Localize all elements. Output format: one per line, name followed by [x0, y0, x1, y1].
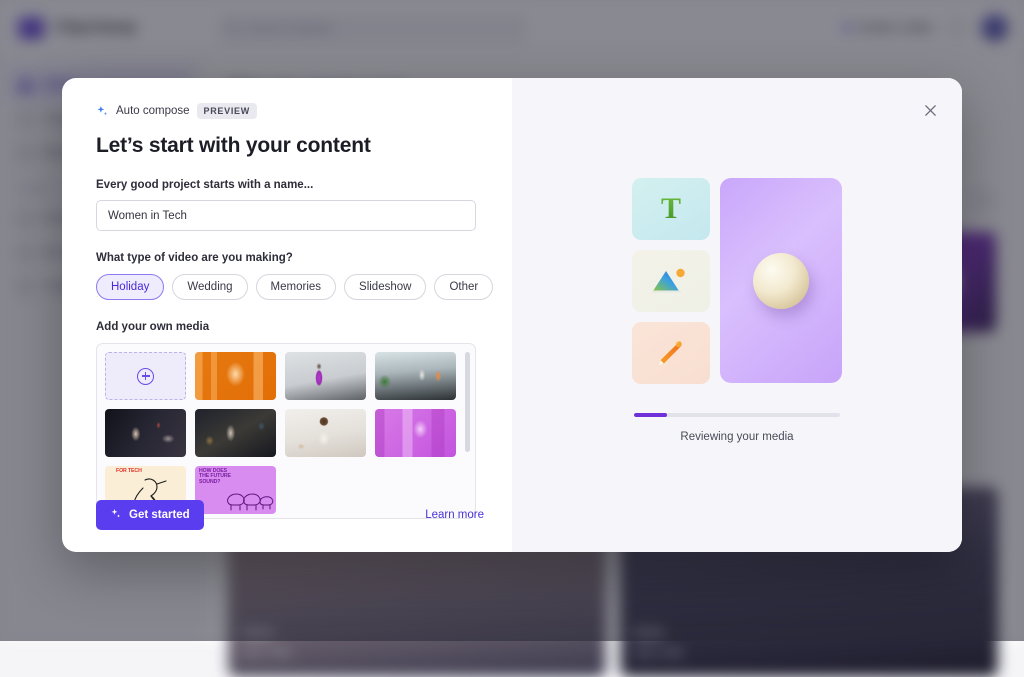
- person-workshop-thumb[interactable]: [195, 409, 276, 457]
- modal-title: Let’s start with your content: [96, 134, 484, 158]
- purple-woman-portrait-thumb[interactable]: [375, 409, 456, 457]
- sparkles-icon: [110, 508, 122, 523]
- progress-status-text: Reviewing your media: [680, 431, 793, 443]
- video-type-chip-slideshow[interactable]: Slideshow: [344, 274, 426, 300]
- orange-woman-desk-thumb[interactable]: [195, 352, 276, 400]
- video-type-label: What type of video are you making?: [96, 252, 484, 264]
- close-icon: [923, 103, 938, 118]
- media-grid: WE ARE MAD FOR TECH HOW DOESTHE FUTURESO…: [105, 352, 467, 514]
- sparkles-icon: [96, 105, 109, 118]
- modal-footer: Get started Learn more: [96, 500, 484, 530]
- woman-standing-office-thumb[interactable]: [285, 352, 366, 400]
- progress-track: [634, 413, 840, 417]
- bg-bigcard-meta: 16:9 • 0:30: [634, 648, 682, 659]
- video-type-chip-holiday[interactable]: Holiday: [96, 274, 164, 300]
- text-icon: T: [661, 192, 681, 226]
- plus-circle-icon: [137, 368, 154, 385]
- video-type-chip-wedding[interactable]: Wedding: [172, 274, 247, 300]
- media-scrollbar[interactable]: [465, 352, 470, 452]
- sphere-3d-icon: [753, 253, 809, 309]
- add-media-tile[interactable]: [105, 352, 186, 400]
- project-name-input[interactable]: [96, 200, 476, 231]
- preview-badge: PREVIEW: [197, 103, 257, 119]
- preview-stage: T: [512, 178, 962, 384]
- progress-fill: [634, 413, 667, 417]
- video-type-chip-memories[interactable]: Memories: [256, 274, 336, 300]
- preview-progress: Reviewing your media: [512, 413, 962, 443]
- video-type-chip-group: Holiday Wedding Memories Slideshow Other: [96, 274, 484, 300]
- bg-bigcard-meta: 16:9 • 0:30: [242, 648, 290, 659]
- learn-more-link[interactable]: Learn more: [425, 509, 484, 521]
- modal-eyebrow-label: Auto compose: [116, 105, 190, 117]
- image-icon: [651, 264, 691, 298]
- media-panel: WE ARE MAD FOR TECH HOW DOESTHE FUTURESO…: [96, 343, 476, 519]
- add-media-label: Add your own media: [96, 321, 484, 333]
- modal-left-pane: Auto compose PREVIEW Let’s start with yo…: [62, 78, 512, 552]
- close-button[interactable]: [916, 96, 944, 124]
- woman-whiteboard-thumb[interactable]: [285, 409, 366, 457]
- woman-laptop-dark-thumb[interactable]: [105, 409, 186, 457]
- image-tool-tile: [632, 250, 710, 312]
- text-tool-tile: T: [632, 178, 710, 240]
- project-name-label: Every good project starts with a name...: [96, 179, 484, 191]
- pencil-icon: [652, 334, 690, 372]
- preview-tool-tiles: T: [632, 178, 710, 384]
- draw-tool-tile: [632, 322, 710, 384]
- auto-compose-modal: Auto compose PREVIEW Let’s start with yo…: [62, 78, 962, 552]
- sphere-preview-card: [720, 178, 842, 383]
- modal-eyebrow: Auto compose PREVIEW: [96, 103, 484, 119]
- get-started-label: Get started: [129, 509, 190, 521]
- video-type-chip-other[interactable]: Other: [434, 274, 493, 300]
- two-women-meeting-thumb[interactable]: [375, 352, 456, 400]
- modal-right-pane: T: [512, 78, 962, 552]
- get-started-button[interactable]: Get started: [96, 500, 204, 530]
